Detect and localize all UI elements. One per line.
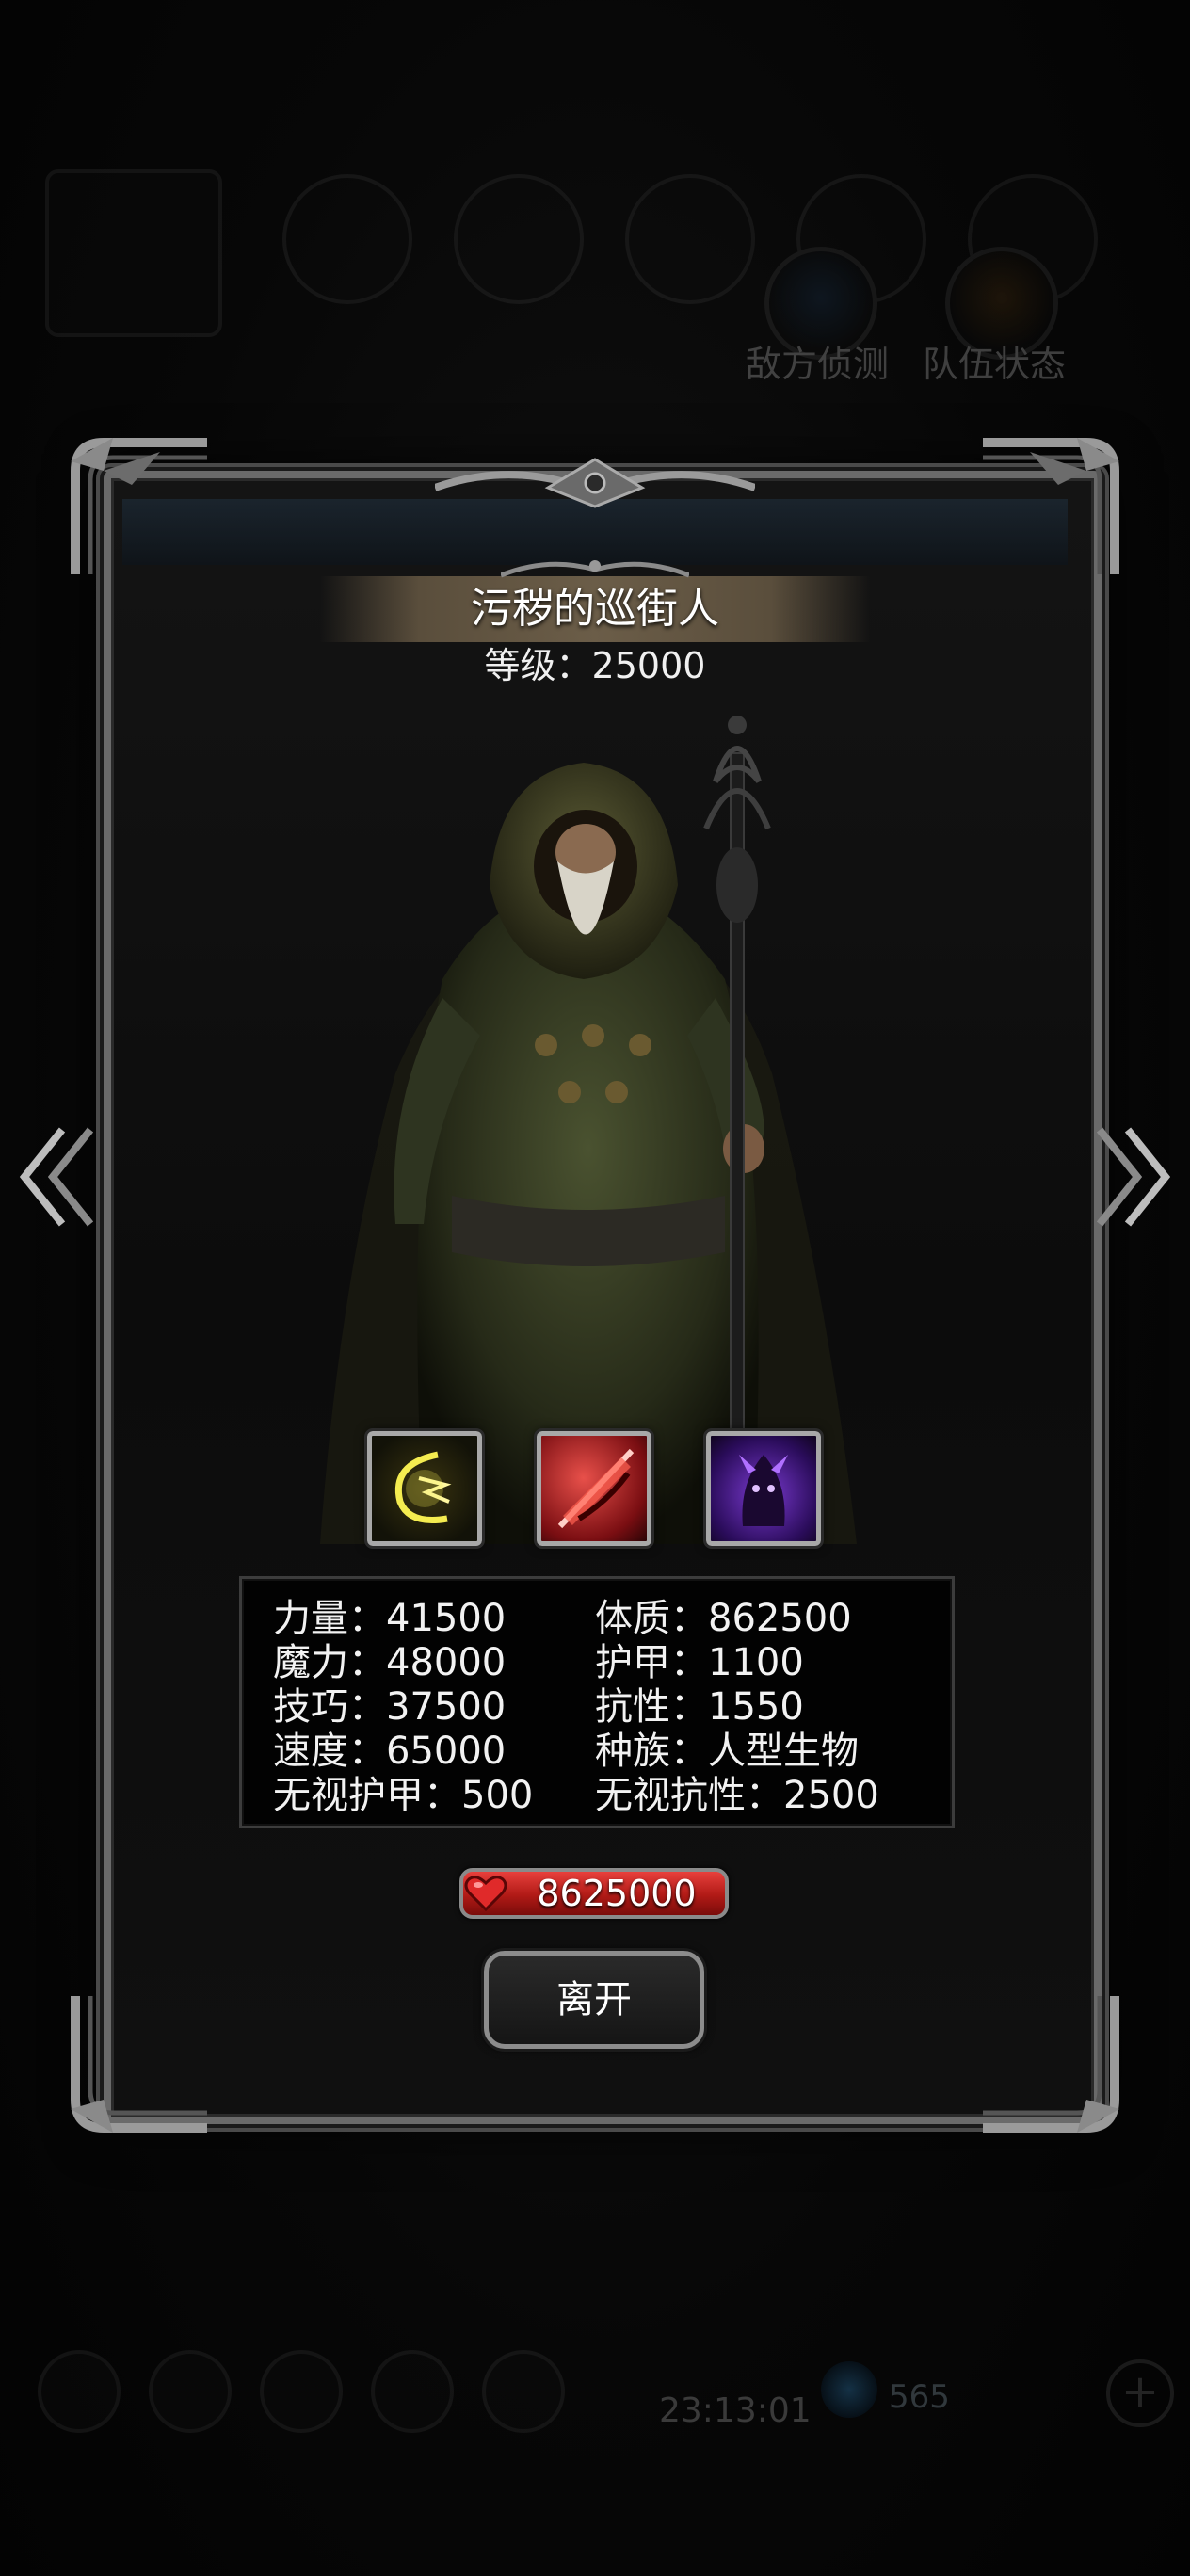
double-chevron-right-icon[interactable] (1090, 1120, 1175, 1233)
skill-slot (454, 174, 584, 304)
portrait-slot (45, 169, 222, 337)
leave-button-label: 离开 (556, 1978, 632, 2021)
gem-count: 565 (889, 2378, 950, 2416)
heart-icon (459, 1868, 512, 1919)
frame-corner-ornament (973, 1987, 1124, 2137)
skill-slot (282, 174, 412, 304)
game-screen: 敌方侦测 队伍状态 23:13:01 565 + 污秽的巡街人 等级：25000 (0, 0, 1190, 2576)
menu-icon (482, 2350, 565, 2433)
monster-name: 污秽的巡街人 (471, 585, 719, 633)
enemy-scan-label: 敌方侦测 (746, 344, 890, 385)
menu-icon (260, 2350, 343, 2433)
skill-slot (625, 174, 755, 304)
double-chevron-left-icon[interactable] (15, 1120, 100, 1233)
gem-icon (821, 2361, 877, 2418)
blood-slash-icon[interactable] (534, 1428, 654, 1549)
plus-icon: + (1106, 2359, 1174, 2427)
stat-armor-pierce: 无视护甲：500 (273, 1774, 534, 1817)
stat-resist-pierce: 无视抗性：2500 (595, 1774, 879, 1817)
monster-level: 等级：25000 (484, 645, 706, 686)
title-ornament (500, 551, 690, 579)
team-status-label: 队伍状态 (923, 344, 1067, 385)
frame-corner-ornament (66, 1987, 217, 2137)
menu-icon (149, 2350, 232, 2433)
frame-corner-ornament (66, 433, 217, 584)
menu-icon (38, 2350, 121, 2433)
game-clock: 23:13:01 (659, 2391, 812, 2430)
frame-corner-ornament (973, 433, 1124, 584)
frame-crest-ornament (433, 450, 757, 516)
lightning-arc-icon[interactable] (364, 1428, 485, 1549)
menu-icon (371, 2350, 454, 2433)
hp-value: 8625000 (537, 1873, 697, 1914)
shadow-demon-icon[interactable] (703, 1428, 824, 1549)
